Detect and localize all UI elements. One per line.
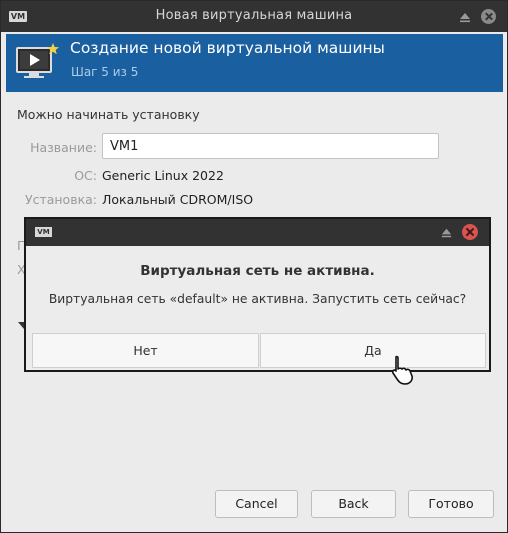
finish-button[interactable]: Готово [408,490,494,518]
banner-title: Создание новой виртуальной машины [70,39,385,57]
vm-monitor-icon [16,43,59,78]
maximize-icon[interactable] [458,10,472,24]
yes-button[interactable]: Да [260,333,486,368]
back-button[interactable]: Back [311,490,396,518]
dialog-titlebar[interactable]: VM [26,219,489,246]
vm-name-input[interactable] [102,133,439,159]
close-icon[interactable] [462,224,478,240]
wizard-banner: Создание новой виртуальной машины Шаг 5 … [6,34,503,92]
name-label: Название: [30,140,97,155]
install-value: Локальный CDROM/ISO [102,192,254,207]
network-inactive-dialog: VM Виртуальная сеть не активна. Виртуаль… [24,217,491,372]
no-button[interactable]: Нет [32,333,259,368]
mouse-pointer-icon [392,355,413,385]
install-label: Установка: [24,192,97,207]
banner-step: Шаг 5 из 5 [71,65,139,79]
ready-heading: Можно начинать установку [17,107,200,122]
maximize-icon[interactable] [440,226,453,239]
window-title: Новая виртуальная машина [155,8,353,23]
cancel-button[interactable]: Cancel [215,490,298,518]
dialog-heading: Виртуальная сеть не активна. [140,263,375,279]
dialog-message: Виртуальная сеть «default» не активна. З… [48,292,467,306]
os-label: ОС: [74,168,97,183]
os-value: Generic Linux 2022 [102,168,224,183]
close-icon[interactable] [481,9,496,24]
vm-app-icon: VM [35,227,52,237]
window-titlebar[interactable]: VM Новая виртуальная машина [1,1,507,32]
